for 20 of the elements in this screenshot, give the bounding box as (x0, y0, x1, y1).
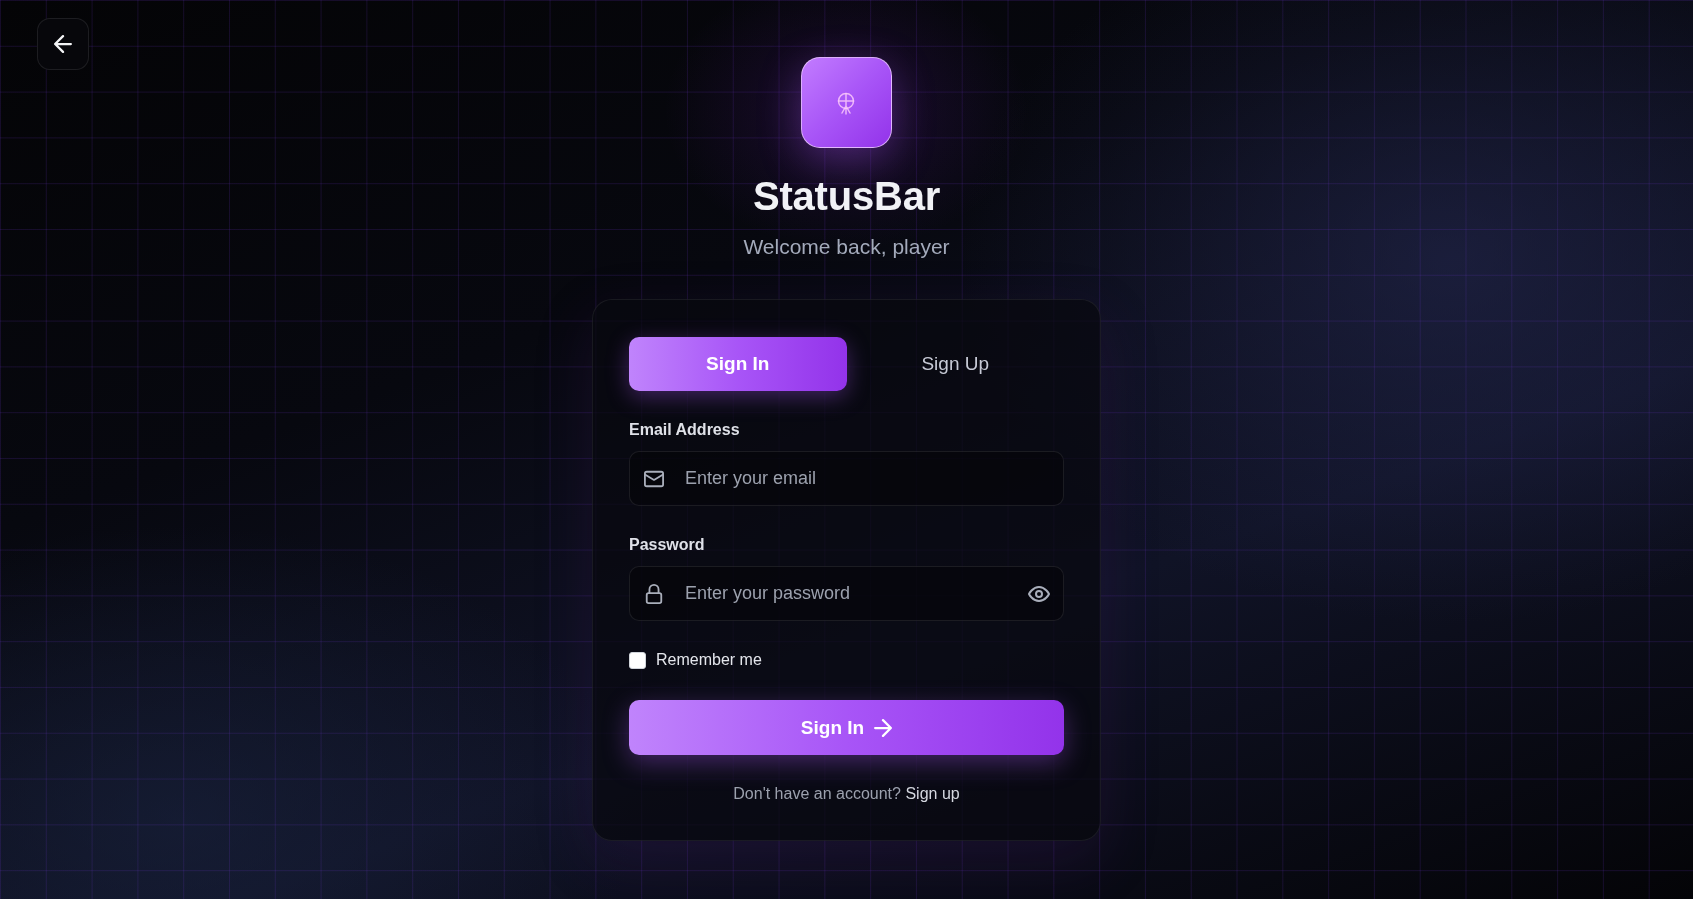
remember-label: Remember me (656, 651, 762, 669)
mail-icon (644, 469, 664, 488)
arrow-left-icon (54, 35, 72, 53)
app-title: StatusBar (752, 173, 941, 220)
arrow-right-icon (874, 718, 893, 737)
signup-prompt: Don't have an account? Sign up (732, 784, 961, 804)
auth-tab[interactable]: Sign In (629, 337, 847, 391)
auth-tab[interactable]: Sign Up (846, 337, 1064, 391)
field-label: Password (629, 535, 706, 555)
back-button[interactable] (37, 18, 89, 70)
logo-icon (801, 57, 892, 148)
welcome-subtitle: Welcome back, player (743, 234, 950, 260)
sign-up-link[interactable]: Sign up (905, 785, 960, 802)
email-field[interactable]: Enter your email (629, 451, 1064, 506)
eye-icon[interactable] (1028, 585, 1050, 602)
lock-icon (645, 583, 663, 604)
password-field[interactable]: Enter your password (629, 566, 1064, 621)
submit-button[interactable]: Sign In (629, 700, 1064, 755)
field-label: Email Address (629, 420, 741, 440)
remember-checkbox[interactable] (629, 651, 646, 669)
